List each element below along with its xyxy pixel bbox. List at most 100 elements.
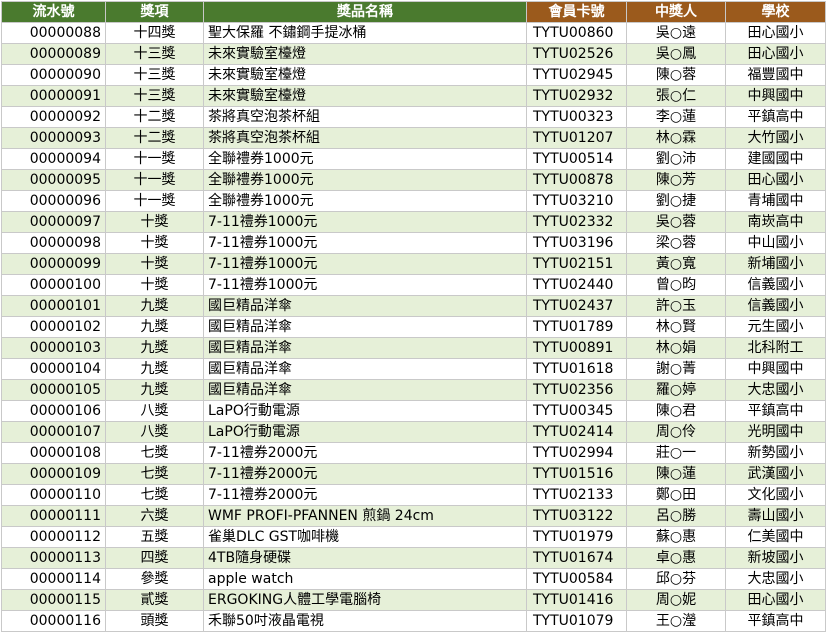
winner-cell[interactable]: 梁○蓉 xyxy=(626,232,726,254)
prize-rank-cell[interactable]: 十獎 xyxy=(105,274,204,296)
school-cell[interactable]: 光明國中 xyxy=(725,421,826,443)
school-cell[interactable]: 武漢國小 xyxy=(725,463,826,485)
serial-cell[interactable]: 00000105 xyxy=(1,379,106,401)
member-card-cell[interactable]: TYTU00860 xyxy=(526,22,627,44)
school-cell[interactable]: 平鎮高中 xyxy=(725,400,826,422)
winner-cell[interactable]: 王○瀅 xyxy=(626,610,726,632)
school-cell[interactable]: 田心國小 xyxy=(725,589,826,611)
serial-cell[interactable]: 00000106 xyxy=(1,400,106,422)
serial-cell[interactable]: 00000088 xyxy=(1,22,106,44)
member-card-cell[interactable]: TYTU00584 xyxy=(526,568,627,590)
school-cell[interactable]: 田心國小 xyxy=(725,22,826,44)
prize-rank-cell[interactable]: 七獎 xyxy=(105,463,204,485)
serial-cell[interactable]: 00000103 xyxy=(1,337,106,359)
school-cell[interactable]: 大忠國小 xyxy=(725,568,826,590)
serial-cell[interactable]: 00000099 xyxy=(1,253,106,275)
prize-name-cell[interactable]: 未來實驗室檯燈 xyxy=(203,64,527,86)
winner-cell[interactable]: 劉○捷 xyxy=(626,190,726,212)
winner-cell[interactable]: 林○娟 xyxy=(626,337,726,359)
winner-cell[interactable]: 邱○芬 xyxy=(626,568,726,590)
school-cell[interactable]: 平鎮高中 xyxy=(725,106,826,128)
prize-rank-cell[interactable]: 九獎 xyxy=(105,337,204,359)
serial-cell[interactable]: 00000093 xyxy=(1,127,106,149)
winner-cell[interactable]: 呂○勝 xyxy=(626,505,726,527)
member-card-cell[interactable]: TYTU01618 xyxy=(526,358,627,380)
school-cell[interactable]: 北科附工 xyxy=(725,337,826,359)
prize-name-cell[interactable]: 茶將真空泡茶杯組 xyxy=(203,106,527,128)
serial-cell[interactable]: 00000089 xyxy=(1,43,106,65)
school-cell[interactable]: 中興國中 xyxy=(725,85,826,107)
prize-name-cell[interactable]: 全聯禮券1000元 xyxy=(203,190,527,212)
prize-rank-cell[interactable]: 參獎 xyxy=(105,568,204,590)
prize-name-cell[interactable]: 國巨精品洋傘 xyxy=(203,379,527,401)
member-card-cell[interactable]: TYTU01674 xyxy=(526,547,627,569)
member-card-cell[interactable]: TYTU01207 xyxy=(526,127,627,149)
winner-cell[interactable]: 張○仁 xyxy=(626,85,726,107)
prize-name-cell[interactable]: 全聯禮券1000元 xyxy=(203,148,527,170)
winner-cell[interactable]: 黃○寬 xyxy=(626,253,726,275)
member-card-cell[interactable]: TYTU02440 xyxy=(526,274,627,296)
winner-cell[interactable]: 周○妮 xyxy=(626,589,726,611)
winner-cell[interactable]: 謝○菁 xyxy=(626,358,726,380)
serial-cell[interactable]: 00000112 xyxy=(1,526,106,548)
serial-cell[interactable]: 00000102 xyxy=(1,316,106,338)
prize-rank-cell[interactable]: 十獎 xyxy=(105,232,204,254)
prize-name-cell[interactable]: 4TB隨身硬碟 xyxy=(203,547,527,569)
school-cell[interactable]: 青埔國中 xyxy=(725,190,826,212)
school-cell[interactable]: 建國國中 xyxy=(725,148,826,170)
prize-rank-cell[interactable]: 六獎 xyxy=(105,505,204,527)
serial-cell[interactable]: 00000097 xyxy=(1,211,106,233)
serial-cell[interactable]: 00000098 xyxy=(1,232,106,254)
school-cell[interactable]: 田心國小 xyxy=(725,43,826,65)
winner-cell[interactable]: 陳○蓉 xyxy=(626,64,726,86)
school-cell[interactable]: 中山國小 xyxy=(725,232,826,254)
winner-cell[interactable]: 吳○遠 xyxy=(626,22,726,44)
serial-cell[interactable]: 00000100 xyxy=(1,274,106,296)
prize-rank-cell[interactable]: 十三獎 xyxy=(105,43,204,65)
prize-name-cell[interactable]: LaPO行動電源 xyxy=(203,421,527,443)
school-cell[interactable]: 信義國小 xyxy=(725,274,826,296)
serial-cell[interactable]: 00000109 xyxy=(1,463,106,485)
school-cell[interactable]: 南崁高中 xyxy=(725,211,826,233)
school-cell[interactable]: 大竹國小 xyxy=(725,127,826,149)
prize-rank-cell[interactable]: 八獎 xyxy=(105,400,204,422)
serial-cell[interactable]: 00000096 xyxy=(1,190,106,212)
prize-name-cell[interactable]: 7-11禮券1000元 xyxy=(203,211,527,233)
winner-cell[interactable]: 林○霖 xyxy=(626,127,726,149)
school-cell[interactable]: 大忠國小 xyxy=(725,379,826,401)
member-card-cell[interactable]: TYTU02526 xyxy=(526,43,627,65)
member-card-cell[interactable]: TYTU01979 xyxy=(526,526,627,548)
prize-rank-cell[interactable]: 十二獎 xyxy=(105,106,204,128)
school-cell[interactable]: 新勢國小 xyxy=(725,442,826,464)
serial-cell[interactable]: 00000107 xyxy=(1,421,106,443)
member-card-cell[interactable]: TYTU00514 xyxy=(526,148,627,170)
serial-cell[interactable]: 00000104 xyxy=(1,358,106,380)
serial-cell[interactable]: 00000115 xyxy=(1,589,106,611)
school-cell[interactable]: 平鎮高中 xyxy=(725,610,826,632)
serial-cell[interactable]: 00000091 xyxy=(1,85,106,107)
prize-rank-cell[interactable]: 九獎 xyxy=(105,295,204,317)
winner-cell[interactable]: 陳○君 xyxy=(626,400,726,422)
prize-rank-cell[interactable]: 七獎 xyxy=(105,484,204,506)
prize-rank-cell[interactable]: 十一獎 xyxy=(105,148,204,170)
serial-cell[interactable]: 00000095 xyxy=(1,169,106,191)
prize-rank-cell[interactable]: 十二獎 xyxy=(105,127,204,149)
prize-name-cell[interactable]: ERGOKING人體工學電腦椅 xyxy=(203,589,527,611)
serial-cell[interactable]: 00000108 xyxy=(1,442,106,464)
prize-name-cell[interactable]: 7-11禮券1000元 xyxy=(203,274,527,296)
prize-rank-cell[interactable]: 頭獎 xyxy=(105,610,204,632)
prize-name-cell[interactable]: 未來實驗室檯燈 xyxy=(203,43,527,65)
member-card-cell[interactable]: TYTU03210 xyxy=(526,190,627,212)
serial-cell[interactable]: 00000114 xyxy=(1,568,106,590)
winner-cell[interactable]: 李○蓮 xyxy=(626,106,726,128)
prize-name-cell[interactable]: 禾聯50吋液晶電視 xyxy=(203,610,527,632)
prize-rank-cell[interactable]: 九獎 xyxy=(105,379,204,401)
serial-cell[interactable]: 00000092 xyxy=(1,106,106,128)
school-cell[interactable]: 福豐國中 xyxy=(725,64,826,86)
prize-rank-cell[interactable]: 十獎 xyxy=(105,253,204,275)
prize-name-cell[interactable]: 國巨精品洋傘 xyxy=(203,316,527,338)
prize-name-cell[interactable]: 7-11禮券2000元 xyxy=(203,463,527,485)
prize-rank-cell[interactable]: 四獎 xyxy=(105,547,204,569)
school-cell[interactable]: 新坡國小 xyxy=(725,547,826,569)
school-cell[interactable]: 文化國小 xyxy=(725,484,826,506)
